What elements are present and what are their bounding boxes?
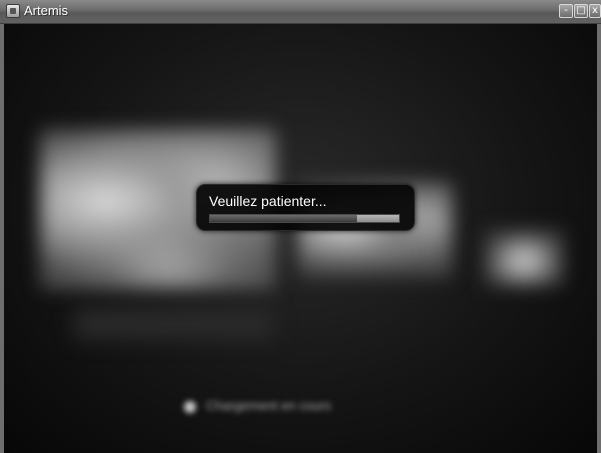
blurred-footer: Chargement en cours [184,396,434,416]
loading-dialog: Veuillez patienter... [196,184,415,231]
blurred-footer-text: Chargement en cours [206,398,332,413]
blurred-caption [74,309,274,339]
blurred-thumbnail-right [484,230,564,286]
loading-message: Veuillez patienter... [209,193,327,209]
close-button[interactable]: x [589,4,601,18]
progress-bar-fill [210,215,358,222]
minimize-button[interactable]: - [559,4,573,18]
title-bar[interactable]: Artemis - □ x [0,0,601,24]
app-window: Artemis - □ x Chargement en cours Veuill… [0,0,601,453]
window-title: Artemis [24,3,69,18]
maximize-button[interactable]: □ [574,4,588,18]
main-content: Chargement en cours [4,24,597,453]
java-app-icon[interactable] [6,4,20,18]
blurred-status-icon [184,400,196,413]
progress-bar [209,214,400,223]
